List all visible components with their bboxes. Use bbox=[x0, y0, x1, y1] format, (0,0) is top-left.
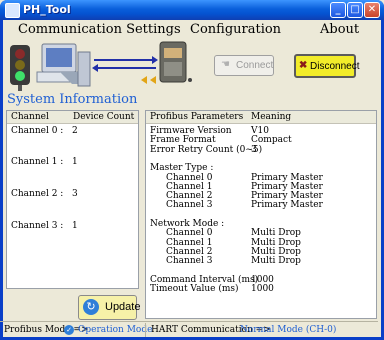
profibus-parameters-panel: Profibus Parameters Meaning Firmware Ver… bbox=[145, 110, 377, 319]
device-count-value: 1 bbox=[72, 221, 78, 231]
device-count-value: 3 bbox=[72, 189, 78, 199]
hart-communication-value: Normal Mode (CH-0) bbox=[240, 325, 337, 335]
parameter-name: Error Retry Count (0~5) bbox=[150, 144, 263, 155]
menu-configuration[interactable]: Configuration bbox=[190, 22, 281, 37]
update-button[interactable]: ↻ Update bbox=[78, 295, 141, 320]
refresh-icon: ↻ bbox=[83, 299, 99, 315]
device-count-header: Device Count bbox=[73, 112, 135, 122]
title-bar: PH_Tool _ □ ✕ bbox=[0, 0, 384, 20]
hand-pointer-icon: ☚ bbox=[221, 59, 230, 70]
right-table-header: Profibus Parameters Meaning bbox=[146, 111, 376, 124]
traffic-light-icon bbox=[10, 45, 30, 91]
channel-label: Channel 3 : bbox=[11, 221, 64, 231]
disconnect-label: Disconnect bbox=[310, 61, 360, 72]
system-information-title: System Information bbox=[7, 92, 138, 107]
minimize-button[interactable]: _ bbox=[330, 2, 346, 18]
status-bar: Profibus Mode => ✓ Operation Mode HART C… bbox=[0, 321, 378, 338]
connect-button[interactable]: ☚ Connect bbox=[214, 55, 274, 76]
menu-about[interactable]: About bbox=[320, 22, 359, 37]
computer-icon bbox=[36, 43, 91, 87]
status-divider bbox=[145, 323, 146, 337]
data-arrows-icon bbox=[92, 56, 158, 72]
update-label: Update bbox=[105, 301, 141, 313]
meaning-header: Meaning bbox=[251, 112, 292, 122]
menu-communication-settings[interactable]: Communication Settings bbox=[18, 22, 181, 37]
connection-diagram bbox=[10, 41, 192, 91]
disconnect-icon: ✖ bbox=[299, 60, 308, 71]
parameter-value: Multi Drop bbox=[251, 256, 301, 267]
parameter-name: Timeout Value (ms) bbox=[150, 284, 239, 295]
device-count-value: 1 bbox=[72, 157, 78, 167]
channel-label: Channel 0 : bbox=[11, 126, 64, 136]
maximize-button[interactable]: □ bbox=[347, 2, 363, 18]
device-count-value: 2 bbox=[72, 126, 78, 136]
parameter-value: 3 bbox=[251, 144, 257, 155]
window-title: PH_Tool bbox=[23, 3, 71, 16]
parameter-value: 1000 bbox=[251, 284, 274, 295]
channel-label: Channel 2 : bbox=[11, 189, 64, 199]
disconnect-button[interactable]: ✖ Disconnect bbox=[294, 54, 360, 78]
channel-header: Channel bbox=[11, 112, 49, 122]
app-icon bbox=[5, 3, 20, 18]
menu-bar: Communication Settings Configuration Abo… bbox=[0, 20, 378, 40]
channel-device-panel: Channel Device Count Channel 0 : 2 Chann… bbox=[6, 110, 139, 289]
parameter-value: Primary Master bbox=[251, 200, 323, 211]
channel-label: Channel 1 : bbox=[11, 157, 64, 167]
profibus-mode-value: Operation Mode bbox=[78, 325, 153, 335]
profibus-mode-label: Profibus Mode => bbox=[4, 325, 89, 335]
check-icon: ✓ bbox=[64, 325, 74, 335]
parameter-name: Channel 3 bbox=[166, 200, 213, 211]
connect-label: Connect bbox=[236, 60, 274, 71]
parameter-name: Channel 3 bbox=[166, 256, 213, 267]
profibus-parameters-header: Profibus Parameters bbox=[150, 112, 244, 122]
left-table-header: Channel Device Count bbox=[7, 111, 138, 124]
device-icon bbox=[141, 41, 192, 84]
close-button[interactable]: ✕ bbox=[364, 2, 380, 18]
